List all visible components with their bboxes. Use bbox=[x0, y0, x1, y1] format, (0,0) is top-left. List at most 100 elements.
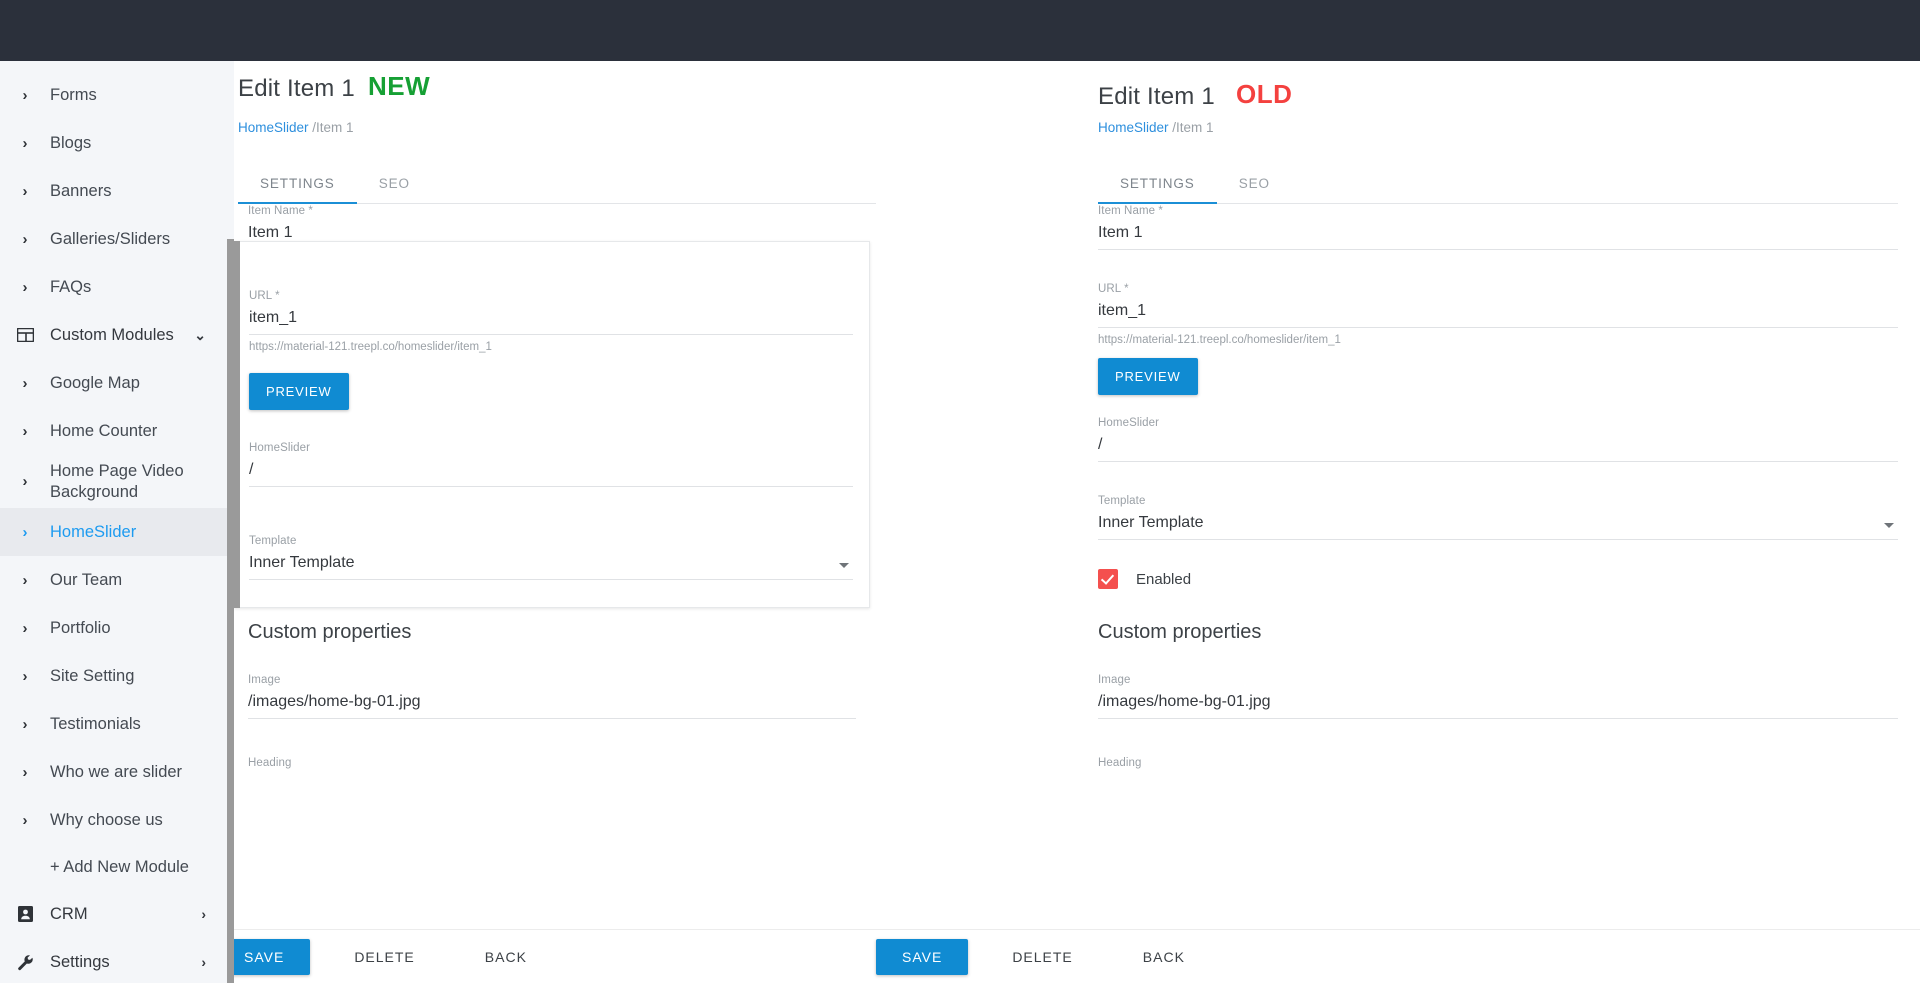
field-heading: Heading bbox=[248, 751, 856, 769]
field-homeslider: HomeSlider / bbox=[249, 436, 853, 487]
sidebar-item-why-choose-us[interactable]: › Why choose us bbox=[0, 796, 234, 844]
delete-button[interactable]: DELETE bbox=[992, 939, 1092, 975]
field-label: Heading bbox=[248, 757, 856, 769]
back-button[interactable]: BACK bbox=[1123, 939, 1205, 975]
chevron-right-icon: › bbox=[0, 376, 50, 391]
chevron-right-icon: › bbox=[0, 813, 50, 828]
field-image: Image /images/home-bg-01.jpg bbox=[1098, 668, 1898, 719]
back-button[interactable]: BACK bbox=[465, 939, 547, 975]
breadcrumb: HomeSlider /Item 1 bbox=[238, 120, 354, 135]
modules-icon bbox=[0, 328, 50, 342]
enabled-row[interactable]: Enabled bbox=[1098, 569, 1191, 589]
new-pane-header: Edit Item 1 NEW bbox=[238, 75, 355, 103]
sidebar-item-add-new-module[interactable]: + Add New Module bbox=[0, 844, 234, 890]
field-label: Heading bbox=[1098, 757, 1898, 769]
chevron-right-icon: › bbox=[0, 232, 50, 247]
sidebar-item-label: CRM bbox=[50, 904, 201, 925]
contact-card-icon bbox=[0, 906, 50, 922]
chevron-right-icon: › bbox=[0, 717, 50, 732]
breadcrumb-current: /Item 1 bbox=[1172, 120, 1213, 135]
chevron-right-icon: › bbox=[0, 424, 50, 439]
sidebar-item-our-team[interactable]: › Our Team bbox=[0, 556, 234, 604]
inner-panel-scrollbar[interactable] bbox=[234, 241, 240, 608]
sidebar-item-blogs[interactable]: › Blogs bbox=[0, 119, 234, 167]
delete-button[interactable]: DELETE bbox=[334, 939, 434, 975]
top-bar bbox=[0, 0, 1920, 61]
pane-new: Edit Item 1 NEW HomeSlider /Item 1 SETTI… bbox=[234, 61, 1054, 983]
url-hint: https://material-121.treepl.co/homeslide… bbox=[1098, 328, 1898, 346]
sidebar-item-faqs[interactable]: › FAQs bbox=[0, 263, 234, 311]
url-input[interactable]: item_1 bbox=[249, 302, 853, 335]
chevron-right-icon: › bbox=[0, 88, 50, 103]
field-url: URL * item_1 https://material-121.treepl… bbox=[249, 284, 853, 353]
sidebar-item-who-we-are-slider[interactable]: › Who we are slider bbox=[0, 748, 234, 796]
sidebar-item-home-counter[interactable]: › Home Counter bbox=[0, 407, 234, 455]
settings-card-body: URL * item_1 https://material-121.treepl… bbox=[235, 242, 869, 608]
template-select[interactable]: Inner Template bbox=[249, 547, 853, 580]
field-label: HomeSlider bbox=[1098, 417, 1898, 429]
preview-button-wrap: PREVIEW bbox=[1098, 358, 1198, 395]
chevron-right-icon: › bbox=[0, 136, 50, 151]
sidebar-item-google-map[interactable]: › Google Map bbox=[0, 359, 234, 407]
url-input[interactable]: item_1 bbox=[1098, 295, 1898, 328]
sidebar-item-forms[interactable]: › Forms bbox=[0, 71, 234, 119]
save-button[interactable]: SAVE bbox=[876, 939, 968, 975]
chevron-down-icon[interactable] bbox=[1884, 523, 1894, 528]
sidebar-item-label: Blogs bbox=[50, 133, 224, 154]
custom-properties-section: Custom properties Image /images/home-bg-… bbox=[248, 621, 868, 769]
preview-button-wrap: PREVIEW bbox=[249, 373, 851, 410]
old-pane-header: Edit Item 1 OLD bbox=[1098, 83, 1215, 111]
custom-properties-section: Custom properties Image /images/home-bg-… bbox=[1098, 621, 1898, 769]
action-bar: SAVE DELETE BACK SAVE DELETE BACK bbox=[234, 929, 1920, 983]
chevron-right-icon: › bbox=[0, 525, 50, 540]
item-name-input[interactable]: Item 1 bbox=[1098, 217, 1898, 250]
field-image: Image /images/home-bg-01.jpg bbox=[248, 668, 856, 719]
sidebar-item-label: Our Team bbox=[50, 570, 224, 591]
chevron-down-icon[interactable] bbox=[839, 563, 849, 568]
sidebar-item-label: + Add New Module bbox=[50, 857, 224, 878]
field-heading: Heading bbox=[1098, 751, 1898, 769]
enabled-checkbox[interactable] bbox=[1098, 569, 1118, 589]
field-template: Template Inner Template bbox=[1098, 489, 1898, 540]
chevron-right-icon: › bbox=[201, 954, 224, 970]
sidebar-item-label: Who we are slider bbox=[50, 762, 224, 783]
homeslider-input[interactable]: / bbox=[1098, 429, 1898, 462]
sidebar-item-label: Google Map bbox=[50, 373, 224, 394]
preview-button[interactable]: PREVIEW bbox=[1098, 358, 1198, 395]
chevron-right-icon: › bbox=[0, 573, 50, 588]
sidebar-item-home-page-video-background[interactable]: › Home Page Video Background bbox=[0, 455, 234, 508]
field-label: Image bbox=[1098, 674, 1898, 686]
homeslider-input[interactable]: / bbox=[249, 454, 853, 487]
sidebar-item-homeslider[interactable]: › HomeSlider bbox=[0, 508, 234, 556]
field-item-name: Item Name * Item 1 bbox=[1098, 199, 1898, 250]
sidebar-item-label: Custom Modules bbox=[50, 325, 194, 346]
sidebar-item-label: Why choose us bbox=[50, 810, 224, 831]
sidebar-item-label: HomeSlider bbox=[50, 522, 224, 543]
breadcrumb-link-homeslider[interactable]: HomeSlider bbox=[1098, 120, 1169, 135]
sidebar-item-testimonials[interactable]: › Testimonials bbox=[0, 700, 234, 748]
field-label: Item Name * bbox=[1098, 205, 1898, 217]
sidebar-item-label: Home Counter bbox=[50, 421, 224, 442]
sidebar-item-galleries-sliders[interactable]: › Galleries/Sliders bbox=[0, 215, 234, 263]
image-input[interactable]: /images/home-bg-01.jpg bbox=[248, 686, 856, 719]
breadcrumb-link-homeslider[interactable]: HomeSlider bbox=[238, 120, 309, 135]
template-select[interactable]: Inner Template bbox=[1098, 507, 1898, 540]
sidebar-item-label: Testimonials bbox=[50, 714, 224, 735]
sidebar-item-label: Home Page Video Background bbox=[50, 461, 224, 502]
custom-properties-title: Custom properties bbox=[1098, 621, 1898, 644]
sidebar-item-site-setting[interactable]: › Site Setting bbox=[0, 652, 234, 700]
sidebar-item-label: Banners bbox=[50, 181, 224, 202]
old-label-tag: OLD bbox=[1236, 79, 1292, 110]
preview-button[interactable]: PREVIEW bbox=[249, 373, 349, 410]
field-label: URL * bbox=[249, 290, 853, 302]
sidebar-group-custom-modules[interactable]: Custom Modules ⌄ bbox=[0, 311, 234, 359]
sidebar-group-settings[interactable]: Settings › bbox=[0, 938, 234, 983]
sidebar-group-crm[interactable]: CRM › bbox=[0, 890, 234, 938]
action-group-new: SAVE DELETE BACK bbox=[218, 939, 547, 975]
image-input[interactable]: /images/home-bg-01.jpg bbox=[1098, 686, 1898, 719]
sidebar-scrollbar[interactable] bbox=[227, 239, 234, 983]
sidebar-item-portfolio[interactable]: › Portfolio bbox=[0, 604, 234, 652]
field-label: Image bbox=[248, 674, 856, 686]
sidebar-item-banners[interactable]: › Banners bbox=[0, 167, 234, 215]
chevron-down-icon: ⌄ bbox=[194, 327, 224, 344]
